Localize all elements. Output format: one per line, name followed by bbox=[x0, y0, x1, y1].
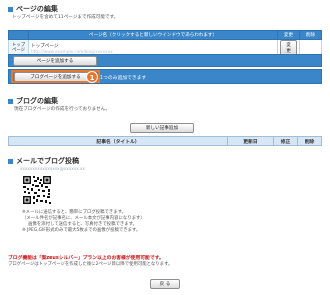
page-table: ページ名（クリックすると新しいウインドウであらわれます） 変更 削除 トップペー… bbox=[8, 30, 322, 57]
blog-page-footnote: ブログページはトップページを作成した後に2ページ目以降で使用可能となります。 bbox=[8, 262, 173, 267]
blog-header-delete: 削除 bbox=[297, 136, 322, 146]
page-table-header: ページ名（クリックすると新しいウインドウであらわれます） 変更 削除 bbox=[8, 30, 322, 40]
page-edit-subtitle: トップページを含めて11ページまで作成可能です。 bbox=[12, 15, 119, 20]
blog-edit-subtitle: 現在ブログページの作成を行っておりません。 bbox=[14, 107, 110, 112]
mail-notes: ※メールに送信すると、簡単にブログ投稿できます。 （メール件名が記事名に、メール… bbox=[22, 210, 145, 234]
blog-table-header: 記事名（タイトル） 更新日 修正 削除 bbox=[8, 136, 322, 146]
callout-badge: 1 bbox=[86, 71, 98, 83]
blog-header-updated: 更新日 bbox=[227, 136, 274, 146]
page-table-header-edit: 変更 bbox=[277, 30, 300, 40]
mail-note-line: ※ JPEG,GIF形式のみで最大5枚までの画像が投稿できます。 bbox=[22, 228, 141, 233]
page-table-header-delete: 削除 bbox=[299, 30, 322, 40]
blog-table: 記事名（タイトル） 更新日 修正 削除 bbox=[8, 136, 322, 146]
blog-header-title: 記事名（タイトル） bbox=[8, 136, 228, 146]
section-bullet-icon bbox=[8, 6, 13, 12]
page-edit-title-text: ページの編集 bbox=[16, 5, 58, 13]
add-page-button[interactable]: ページを追加する bbox=[13, 56, 97, 66]
page-table-header-name: ページ名（クリックすると新しいウインドウであらわれます） bbox=[28, 30, 278, 40]
page-edit-title: ページの編集 bbox=[8, 4, 58, 14]
page-url[interactable]: http://www.example.com/blog/xxxxxxx bbox=[31, 49, 275, 54]
new-post-button[interactable]: 新しい記事追加 bbox=[130, 123, 194, 133]
blog-edit-title-text: ブログの編集 bbox=[16, 97, 58, 105]
blog-page-note: 1つのみ追加できます bbox=[100, 76, 147, 81]
mail-address[interactable]: xxxxxxxxxxxxxxxx@xxxxxx.xx bbox=[20, 166, 85, 171]
mail-post-title-text: メールでブログ投稿 bbox=[16, 157, 79, 165]
qr-code-icon bbox=[22, 175, 52, 205]
blog-header-edit: 修正 bbox=[273, 136, 298, 146]
back-button[interactable]: 戻 る bbox=[150, 279, 180, 289]
blog-edit-title: ブログの編集 bbox=[8, 96, 58, 106]
section-bullet-icon bbox=[8, 158, 13, 164]
mail-post-title: メールでブログ投稿 bbox=[8, 156, 79, 166]
section-bullet-icon bbox=[8, 98, 13, 104]
page-table-header-blank bbox=[8, 30, 29, 40]
plan-warning: ブログ機能は「案zeusシルバー」プラン以上のお客様が使用可能です。 bbox=[8, 256, 164, 261]
